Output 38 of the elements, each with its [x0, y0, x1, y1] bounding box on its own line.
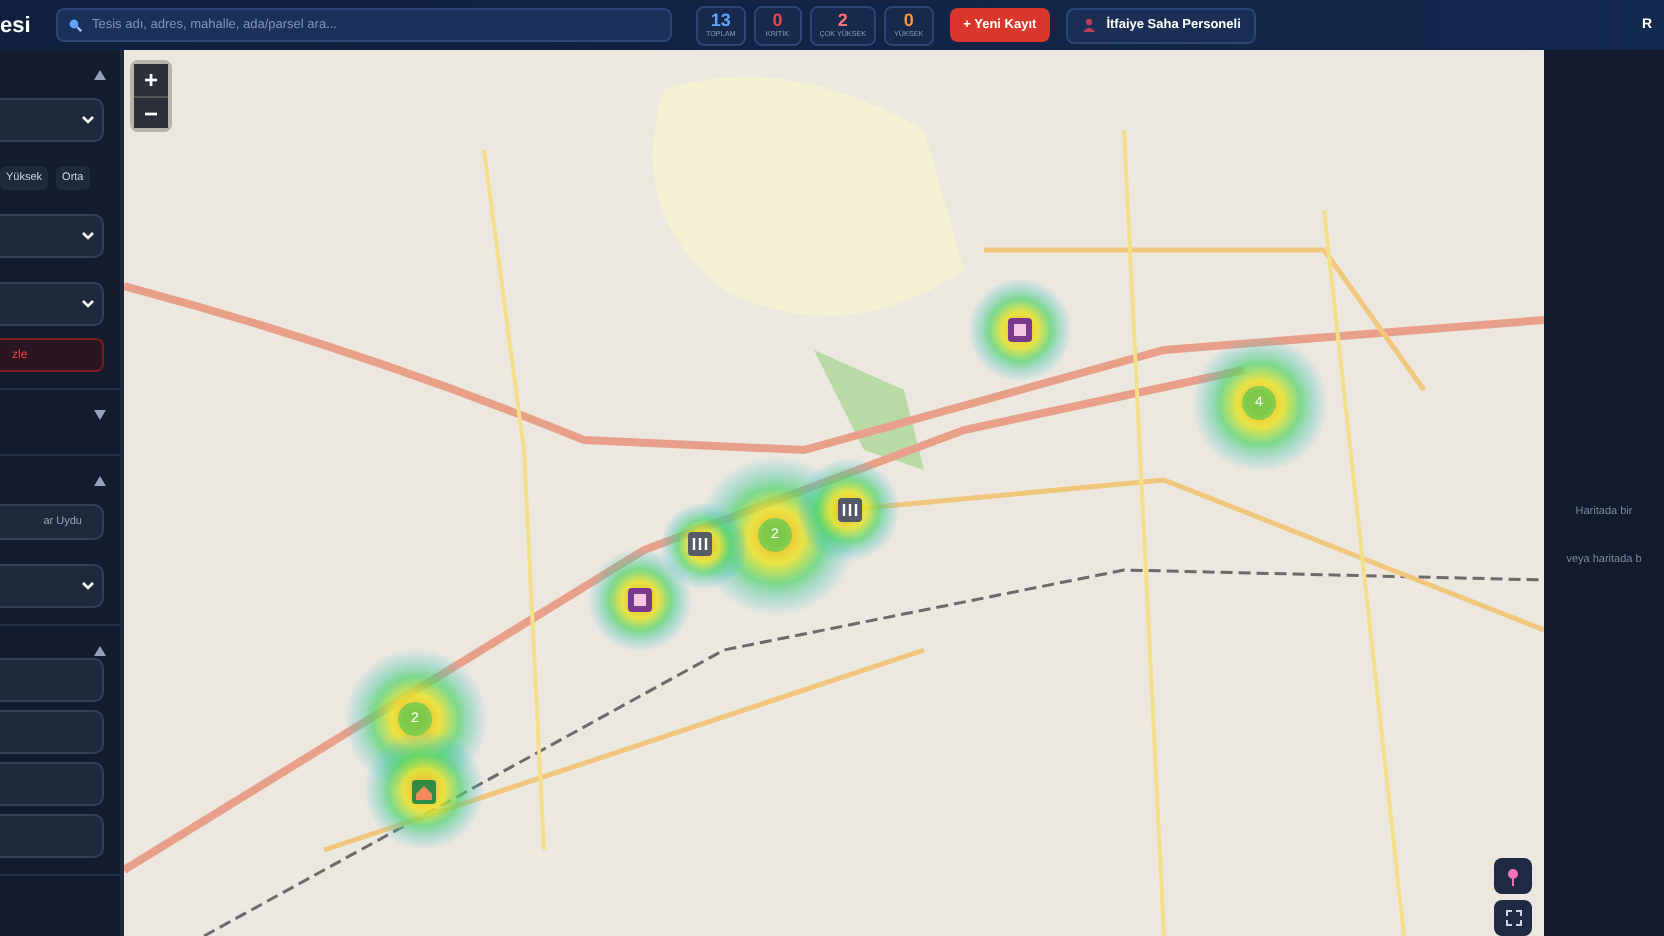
building-marker-icon[interactable] [1008, 318, 1032, 342]
select-field[interactable] [0, 282, 104, 326]
input-field[interactable] [0, 710, 104, 754]
heat-spot [968, 278, 1072, 382]
fullscreen-icon [1505, 910, 1521, 926]
input-field[interactable] [0, 762, 104, 806]
caret-icon[interactable] [94, 475, 106, 485]
location-button[interactable] [1494, 858, 1532, 894]
search-icon [68, 18, 82, 32]
select-field[interactable] [0, 214, 104, 258]
input-field[interactable] [0, 658, 104, 702]
stat-value: 0 [772, 12, 783, 30]
stat-value: 2 [837, 12, 848, 30]
heat-spot [588, 548, 692, 652]
select-field[interactable] [0, 564, 104, 608]
heat-spot [364, 730, 484, 850]
select-field[interactable] [0, 98, 104, 142]
app-title: esi [0, 13, 33, 37]
park-area [814, 350, 924, 470]
zoom-in-button[interactable]: + [134, 64, 168, 96]
fullscreen-button[interactable] [1494, 900, 1532, 936]
caret-icon[interactable] [94, 69, 106, 79]
zoom-out-button[interactable]: − [134, 96, 168, 128]
pin-icon [1506, 867, 1520, 885]
stat-value: 0 [903, 12, 914, 30]
person-icon [1082, 18, 1097, 32]
heat-spot [1192, 336, 1328, 472]
chevron-icon [82, 232, 94, 240]
chevron-icon [82, 116, 94, 124]
house-marker-icon[interactable] [412, 780, 436, 804]
stat-value: 13 [710, 12, 731, 30]
building-marker-icon[interactable] [628, 588, 652, 612]
columns-marker-icon[interactable] [838, 498, 862, 522]
columns-marker-icon[interactable] [688, 532, 712, 556]
caret-icon[interactable] [94, 409, 106, 419]
input-field[interactable] [0, 814, 104, 858]
chevron-icon [82, 300, 94, 308]
chevron-icon [82, 582, 94, 590]
